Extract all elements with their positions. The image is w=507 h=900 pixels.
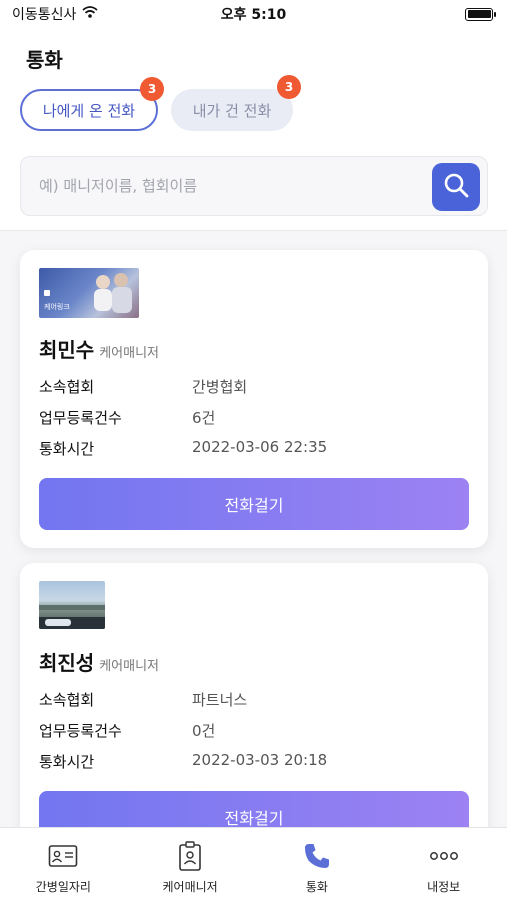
call-card: 최진성 케어매니저 소속협회 파트너스 업무등록건수 0건 통화시간 2022-0… (20, 563, 488, 863)
nav-item-care-manager[interactable]: 케어매니저 (127, 828, 254, 900)
task-count-label: 업무등록건수 (39, 722, 122, 740)
manager-thumbnail: 케어링크 (39, 268, 139, 318)
page-title: 통화 (26, 48, 63, 72)
call-card: 케어링크 최민수 케어매니저 소속협회 간병협회 업무등록건수 6건 통화시간 2… (20, 250, 488, 548)
phone-icon (302, 842, 332, 870)
wifi-icon (82, 6, 98, 22)
manager-name-row: 최진성 케어매니저 (39, 647, 159, 676)
association-value: 간병협회 (192, 378, 248, 396)
bottom-nav: 간병일자리 케어매니저 통화 내정보 (0, 827, 507, 900)
nav-label: 통화 (305, 880, 328, 894)
call-time-label: 통화시간 (39, 440, 95, 458)
task-count-value: 0건 (192, 722, 216, 740)
nav-label: 간병일자리 (35, 880, 91, 894)
nav-label: 내정보 (427, 880, 461, 894)
search-button[interactable] (432, 163, 480, 211)
thumbnail-logo-text: 케어링크 (44, 303, 70, 311)
association-value: 파트너스 (192, 691, 248, 709)
manager-name: 최민수 (39, 338, 95, 362)
tab-label: 내가 건 전화 (192, 101, 272, 120)
manager-name: 최진성 (39, 651, 95, 675)
id-card-icon (48, 842, 78, 870)
carrier-label: 이동통신사 (12, 7, 77, 23)
tab-label: 나에게 온 전화 (42, 101, 136, 120)
battery-icon (465, 7, 496, 21)
manager-thumbnail (39, 581, 105, 629)
badge-icon (175, 841, 205, 871)
association-label: 소속협회 (39, 691, 95, 709)
tab-outgoing-calls[interactable]: 내가 건 전화 3 (171, 75, 301, 131)
task-count-label: 업무등록건수 (39, 409, 122, 427)
count-badge: 3 (277, 75, 301, 99)
nav-item-my-info[interactable]: 내정보 (380, 828, 507, 900)
association-label: 소속협회 (39, 378, 95, 396)
search-input[interactable] (39, 157, 419, 215)
more-icon (429, 842, 459, 870)
count-badge: 3 (140, 77, 164, 101)
search-bar (20, 156, 488, 216)
call-time-value: 2022-03-03 20:18 (192, 751, 328, 769)
call-time-label: 통화시간 (39, 753, 95, 771)
manager-role: 케어매니저 (99, 659, 160, 674)
manager-role: 케어매니저 (99, 346, 160, 361)
manager-name-row: 최민수 케어매니저 (39, 334, 159, 363)
tab-received-calls[interactable]: 나에게 온 전화 3 (20, 77, 164, 131)
nav-item-jobs[interactable]: 간병일자리 (0, 828, 127, 900)
status-bar: 이동통신사 오후 5:10 (0, 0, 507, 28)
task-count-value: 6건 (192, 409, 216, 427)
call-time-value: 2022-03-06 22:35 (192, 438, 328, 456)
nav-label: 케어매니저 (162, 880, 218, 894)
call-button[interactable]: 전화걸기 (39, 478, 469, 530)
battery-level (467, 10, 491, 18)
nav-item-calls[interactable]: 통화 (254, 828, 381, 900)
search-icon (443, 172, 469, 202)
